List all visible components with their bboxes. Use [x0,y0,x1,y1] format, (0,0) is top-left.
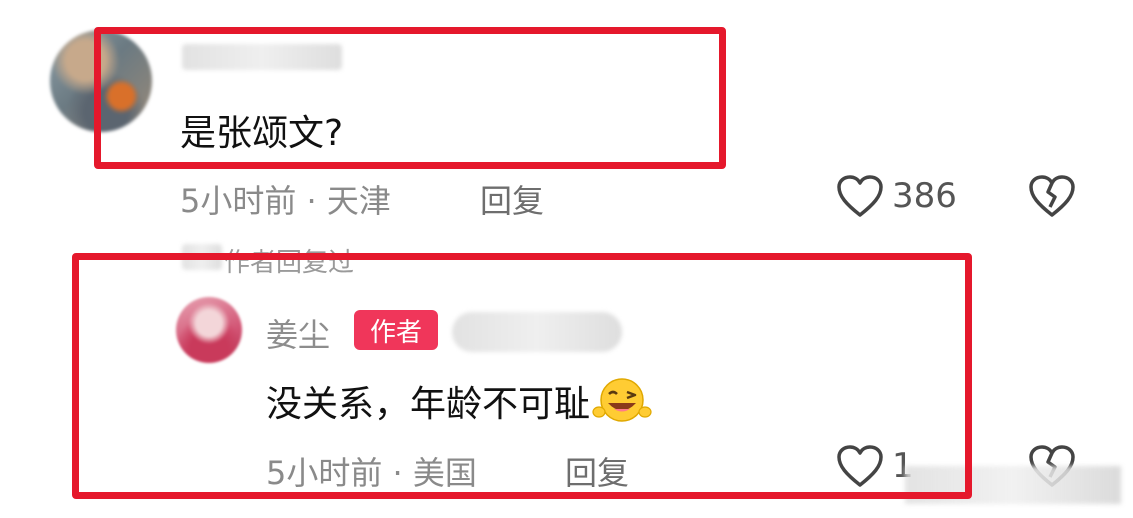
reply-button[interactable]: 回复 [480,176,544,222]
dislike-button[interactable] [1028,174,1076,222]
comment-time-location: 5小时前 · 天津 [180,182,391,220]
like-button[interactable]: 386 [836,174,957,218]
like-count: 386 [892,176,957,216]
broken-heart-icon [1029,175,1075,217]
heart-outline-icon [837,175,883,217]
highlight-box-main-comment [94,27,726,169]
highlight-box-author-reply [72,253,972,499]
